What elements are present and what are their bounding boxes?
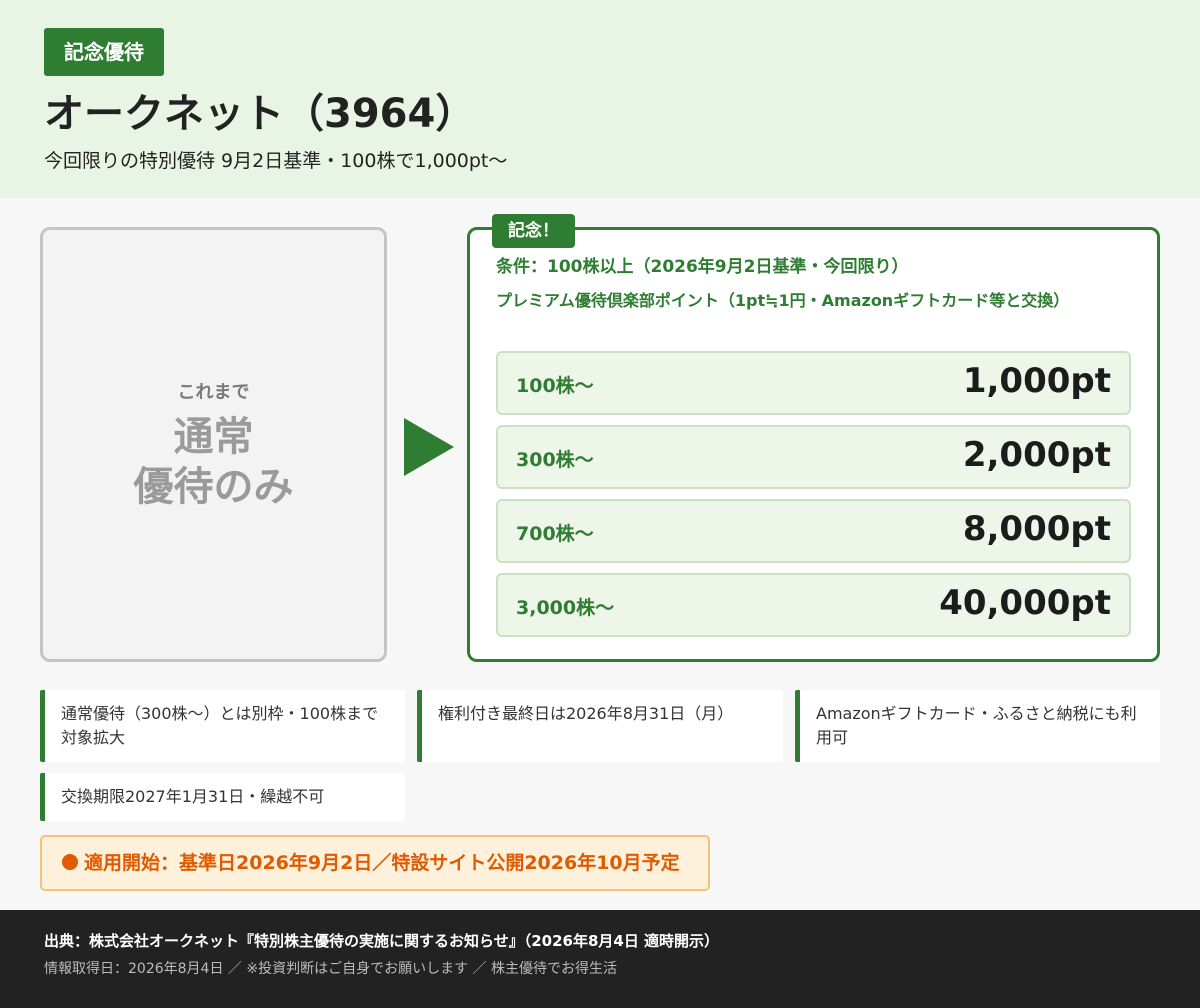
note-card: 交換期限2027年1月31日・繰越不可	[40, 773, 405, 821]
before-card: これまで 通常 優待のみ	[40, 227, 387, 662]
tier-label: 300株〜	[516, 449, 594, 471]
right-arrow-icon	[404, 418, 454, 476]
note-card: 通常優待（300株〜）とは別枠・100株まで対象拡大	[40, 690, 405, 762]
alert-text: 適用開始：基準日2026年9月2日／特設サイト公開2026年10月予定	[84, 852, 680, 874]
bullet-dot-icon	[62, 854, 78, 870]
note-card: Amazonギフトカード・ふるさと納税にも利用可	[795, 690, 1160, 762]
before-label: これまで	[177, 382, 250, 403]
tier-row: 100株〜 1,000pt	[496, 351, 1131, 415]
tier-value: 1,000pt	[962, 361, 1111, 401]
before-text-line2: 優待のみ	[133, 464, 294, 510]
page-title: オークネット（3964）	[44, 91, 476, 137]
tier-row: 700株〜 8,000pt	[496, 499, 1131, 563]
tier-label: 3,000株〜	[516, 597, 615, 619]
source-citation: 出典：株式会社オークネット『特別株主優待の実施に関するお知らせ』（2026年8月…	[44, 932, 720, 950]
tier-row: 300株〜 2,000pt	[496, 425, 1131, 489]
page-subtitle: 今回限りの特別優待 9月2日基準・100株で1,000pt〜	[44, 150, 508, 172]
condition-text: 条件：100株以上（2026年9月2日基準・今回限り）	[496, 257, 909, 277]
before-text-line1: 通常	[173, 414, 254, 460]
commemorative-tag: 記念！	[492, 214, 575, 248]
before-text: 通常 優待のみ	[43, 412, 384, 512]
tier-value: 40,000pt	[939, 583, 1111, 623]
tier-label: 100株〜	[516, 375, 594, 397]
point-description: プレミアム優待倶楽部ポイント（1pt≒1円・Amazonギフトカード等と交換）	[496, 291, 1070, 310]
tier-label: 700株〜	[516, 523, 594, 545]
footer-meta: 情報取得日：2026年8月4日 ／ ※投資判断はご自身でお願いします ／ 株主優…	[44, 961, 617, 977]
tier-row: 3,000株〜 40,000pt	[496, 573, 1131, 637]
header: 記念優待 オークネット（3964） 今回限りの特別優待 9月2日基準・100株で…	[0, 0, 1200, 198]
note-card: 権利付き最終日は2026年8月31日（月）	[417, 690, 783, 762]
category-badge: 記念優待	[44, 28, 164, 76]
start-date-alert: 適用開始：基準日2026年9月2日／特設サイト公開2026年10月予定	[40, 835, 710, 891]
tier-value: 2,000pt	[962, 435, 1111, 475]
tier-value: 8,000pt	[962, 509, 1111, 549]
footer: 出典：株式会社オークネット『特別株主優待の実施に関するお知らせ』（2026年8月…	[0, 910, 1200, 1008]
